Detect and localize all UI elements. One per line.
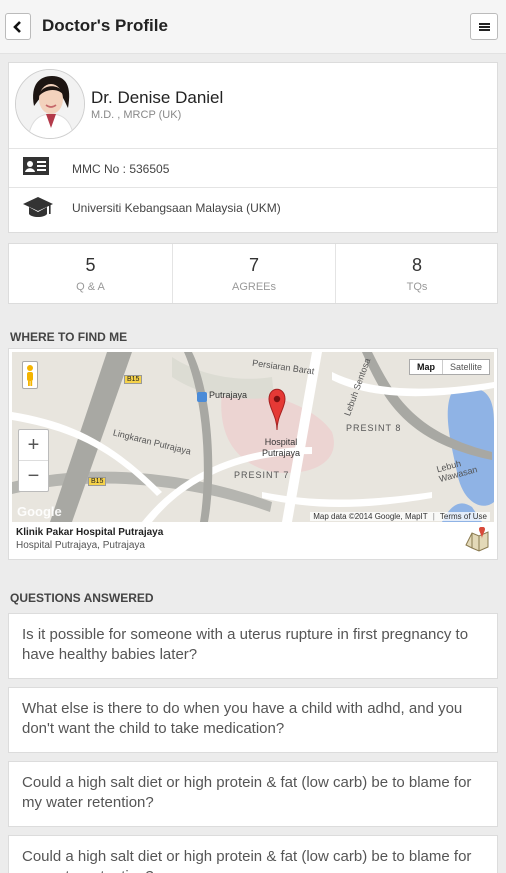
profile-card: Dr. Denise Daniel M.D. , MRCP (UK) MMC N… (8, 62, 498, 233)
page-title: Doctor's Profile (42, 16, 168, 35)
clinic-address: Hospital Putrajaya, Putrajaya (16, 540, 145, 551)
question-item[interactable]: Is it possible for someone with a uterus… (8, 613, 498, 679)
chevron-left-icon (13, 21, 21, 33)
university-name: Universiti Kebangsaan Malaysia (UKM) (72, 201, 281, 215)
avatar (15, 69, 85, 139)
map-background (12, 352, 494, 522)
map-view[interactable]: Putrajaya Hospital Putrajaya PRESINT 7 P… (12, 352, 494, 522)
map-label-hospital: Hospital Putrajaya (261, 437, 301, 458)
stat-agrees-value: 7 (248, 255, 259, 275)
map-label-b15-north: B15 (124, 375, 143, 384)
map-type-satellite[interactable]: Satellite (443, 360, 489, 374)
map-label-putrajaya: Putrajaya (209, 390, 248, 400)
questions-section-title: QUESTIONS ANSWERED (10, 591, 154, 605)
stat-qa-value: 5 (85, 255, 96, 275)
google-logo: Google (17, 504, 62, 519)
mmc-row: MMC No : 536505 (9, 148, 497, 187)
pegman-icon (27, 365, 33, 386)
map-attribution: Map data ©2014 Google, MapIT | Terms of … (310, 512, 490, 521)
location-section-title: WHERE TO FIND ME (10, 330, 128, 344)
stat-tqs-label: TQs (406, 281, 428, 293)
stat-agrees[interactable]: 7 AGREEs (172, 244, 335, 303)
stats-card: 5 Q & A 7 AGREEs 8 TQs (8, 243, 498, 304)
zoom-in-button[interactable]: + (19, 430, 48, 461)
mmc-number: MMC No : 536505 (72, 162, 170, 176)
doctor-qualifications: M.D. , MRCP (UK) (91, 109, 182, 121)
menu-button[interactable] (470, 13, 498, 40)
map-label-b15-south: B15 (88, 477, 107, 486)
stat-tqs-value: 8 (411, 255, 422, 275)
map-type-map[interactable]: Map (410, 360, 443, 374)
zoom-out-button[interactable]: − (19, 461, 48, 492)
zoom-control: + − (18, 429, 49, 492)
terms-of-use-link[interactable]: Terms of Use (440, 512, 487, 521)
map-type-toggle: Map Satellite (408, 359, 490, 375)
clinic-name: Klinik Pakar Hospital Putrajaya (16, 527, 164, 538)
stat-qa[interactable]: 5 Q & A (9, 244, 172, 303)
doctor-name: Dr. Denise Daniel (91, 88, 224, 107)
stat-qa-label: Q & A (76, 281, 105, 293)
stat-agrees-label: AGREEs (231, 281, 276, 293)
hamburger-menu-icon (479, 23, 490, 25)
map-card: Putrajaya Hospital Putrajaya PRESINT 7 P… (8, 348, 498, 560)
university-row: Universiti Kebangsaan Malaysia (UKM) (9, 187, 497, 226)
top-bar: Doctor's Profile (0, 0, 506, 54)
street-view-pegman[interactable] (22, 361, 38, 389)
question-item[interactable]: Could a high salt diet or high protein &… (8, 835, 498, 873)
back-button[interactable] (5, 13, 31, 40)
question-item[interactable]: What else is there to do when you have a… (8, 687, 498, 753)
map-data-text: Map data ©2014 Google, MapIT (313, 512, 428, 521)
stat-tqs[interactable]: 8 TQs (335, 244, 498, 303)
map-label-presint-8: PRESINT 8 (346, 423, 402, 433)
graduation-cap-icon (23, 197, 53, 217)
id-card-icon (23, 157, 49, 175)
question-item[interactable]: Could a high salt diet or high protein &… (8, 761, 498, 827)
map-label-presint-7: PRESINT 7 (234, 470, 290, 480)
map-directions-icon[interactable] (464, 527, 490, 553)
